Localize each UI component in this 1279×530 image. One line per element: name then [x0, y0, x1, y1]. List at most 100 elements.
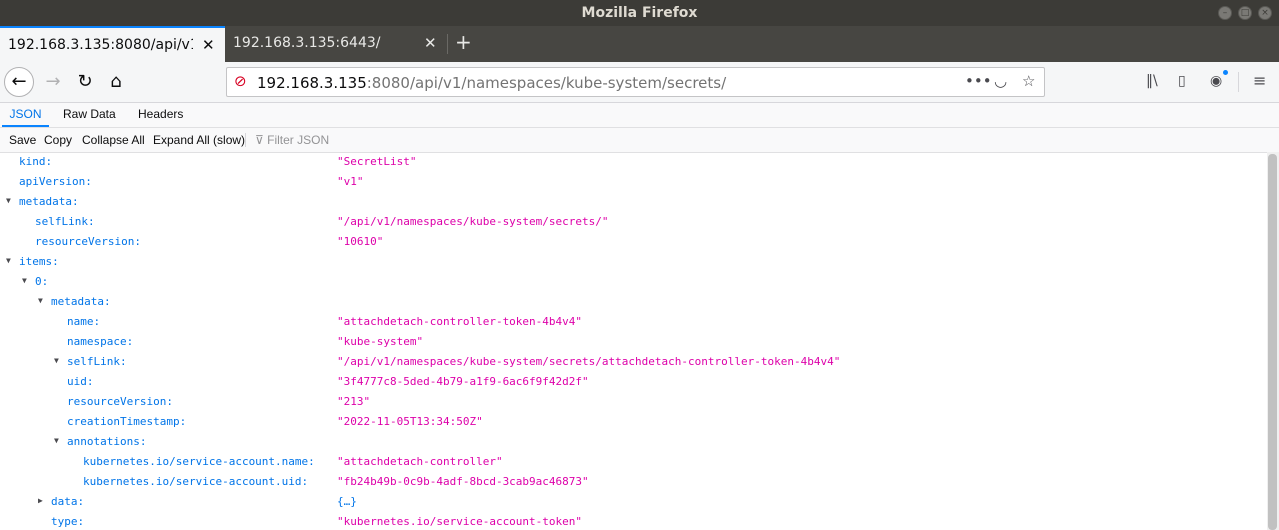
json-key: kubernetes.io/service-account.uid: — [83, 475, 309, 488]
json-value: "v1" — [337, 175, 364, 188]
json-key: apiVersion: — [19, 175, 92, 188]
json-value: "kube-system" — [337, 335, 424, 348]
json-row: kind: "SecretList" — [0, 152, 1267, 172]
json-row[interactable]: ▼ items: — [0, 252, 1267, 272]
json-row: resourceVersion: "213" — [0, 392, 1267, 412]
json-key: name: — [67, 315, 101, 328]
json-value: "kubernetes.io/service-account-token" — [337, 515, 583, 528]
expand-toggle-icon[interactable]: ▼ — [54, 436, 64, 445]
collapsed-toggle-icon[interactable]: ▶ — [38, 496, 48, 505]
pocket-icon[interactable]: ◡ — [994, 72, 1007, 90]
notification-dot — [1223, 70, 1228, 75]
json-value: {…} — [337, 495, 357, 508]
tab-6443[interactable]: 192.168.3.135:6443/ ✕ — [225, 26, 445, 62]
expand-toggle-icon[interactable]: ▼ — [22, 276, 32, 285]
json-value: "fb24b49b-0c9b-4adf-8bcd-3cab9ac46873" — [337, 475, 589, 488]
window-titlebar: Mozilla Firefox – □ × — [0, 0, 1279, 26]
json-key: 0: — [35, 275, 49, 288]
json-value: "attachdetach-controller-token-4b4v4" — [337, 315, 583, 328]
copy-button[interactable]: Copy — [44, 133, 72, 147]
close-window-icon[interactable]: × — [1258, 6, 1272, 20]
close-tab-icon[interactable]: ✕ — [424, 34, 437, 52]
json-tree: kind: "SecretList" apiVersion: "v1" ▼ me… — [0, 152, 1267, 530]
account-icon[interactable]: ◉ — [1210, 73, 1222, 89]
expand-toggle-icon[interactable]: ▼ — [38, 296, 48, 305]
json-value: "/api/v1/namespaces/kube-system/secrets/… — [337, 215, 609, 228]
json-row[interactable]: ▼ 0: — [0, 272, 1267, 292]
minimize-icon[interactable]: – — [1218, 6, 1232, 20]
json-key: kind: — [19, 155, 53, 168]
json-value: "3f4777c8-5ded-4b79-a1f9-6ac6f9f42d2f" — [337, 375, 589, 388]
back-icon[interactable]: ← — [4, 67, 34, 97]
json-row[interactable]: ▼ annotations: — [0, 432, 1267, 452]
new-tab-icon[interactable]: + — [455, 30, 472, 54]
json-viewer-tabs: JSON Raw Data Headers — [0, 103, 1279, 128]
scrollbar-thumb[interactable] — [1268, 154, 1277, 530]
json-row: kubernetes.io/service-account.name: "att… — [0, 452, 1267, 472]
json-value: "attachdetach-controller" — [337, 455, 503, 468]
expand-all-button[interactable]: Expand All (slow) — [153, 133, 245, 147]
json-toolbar: Save Copy Collapse All Expand All (slow)… — [0, 128, 1279, 153]
menu-icon[interactable]: ≡ — [1253, 71, 1266, 90]
url-bar[interactable]: ⊘ 192.168.3.135:8080/api/v1/namespaces/k… — [226, 67, 1045, 97]
collapse-all-button[interactable]: Collapse All — [82, 133, 145, 147]
json-row[interactable]: ▶ data: {…} — [0, 492, 1267, 512]
library-icon[interactable]: ‖\ — [1146, 73, 1158, 89]
json-row: selfLink: "/api/v1/namespaces/kube-syste… — [0, 212, 1267, 232]
reload-icon[interactable]: ↻ — [70, 67, 100, 97]
close-tab-icon[interactable]: ✕ — [202, 36, 215, 54]
json-value: "10610" — [337, 235, 384, 248]
json-row: creationTimestamp: "2022-11-05T13:34:50Z… — [0, 412, 1267, 432]
json-key: annotations: — [67, 435, 147, 448]
url-text[interactable]: 192.168.3.135:8080/api/v1/namespaces/kub… — [257, 74, 726, 92]
json-key: selfLink: — [35, 215, 95, 228]
tab-bar: 192.168.3.135:8080/api/v1/ ✕ 192.168.3.1… — [0, 26, 1279, 62]
json-key: metadata: — [51, 295, 111, 308]
json-key: selfLink: — [67, 355, 127, 368]
tab-label: 192.168.3.135:6443/ — [233, 35, 381, 51]
tab-raw-data[interactable]: Raw Data — [63, 103, 116, 127]
json-row: name: "attachdetach-controller-token-4b4… — [0, 312, 1267, 332]
expand-toggle-icon[interactable]: ▼ — [6, 256, 16, 265]
json-key: namespace: — [67, 335, 134, 348]
maximize-icon[interactable]: □ — [1238, 6, 1252, 20]
bookmark-star-icon[interactable]: ☆ — [1022, 72, 1035, 90]
json-key: resourceVersion: — [67, 395, 173, 408]
json-key: data: — [51, 495, 85, 508]
expand-toggle-icon[interactable]: ▼ — [6, 196, 16, 205]
home-icon[interactable]: ⌂ — [101, 67, 131, 97]
json-value: "2022-11-05T13:34:50Z" — [337, 415, 483, 428]
tab-api[interactable]: 192.168.3.135:8080/api/v1/ ✕ — [0, 26, 225, 62]
json-row: resourceVersion: "10610" — [0, 232, 1267, 252]
json-row: uid: "3f4777c8-5ded-4b79-a1f9-6ac6f9f42d… — [0, 372, 1267, 392]
json-row: namespace: "kube-system" — [0, 332, 1267, 352]
tab-json[interactable]: JSON — [2, 103, 49, 127]
nav-bar: ← → ↻ ⌂ ⊘ 192.168.3.135:8080/api/v1/name… — [0, 62, 1279, 103]
json-value: "SecretList" — [337, 155, 417, 168]
window-title: Mozilla Firefox — [581, 5, 698, 21]
forward-icon[interactable]: → — [38, 67, 68, 97]
json-key: uid: — [67, 375, 94, 388]
page-actions-icon[interactable]: ••• — [965, 72, 992, 90]
json-key: resourceVersion: — [35, 235, 141, 248]
json-key: kubernetes.io/service-account.name: — [83, 455, 315, 468]
json-key: items: — [19, 255, 59, 268]
toolbar-separator — [245, 133, 246, 147]
filter-json-input[interactable]: ⊽ Filter JSON — [255, 133, 329, 147]
json-row: apiVersion: "v1" — [0, 172, 1267, 192]
json-row: type: "kubernetes.io/service-account-tok… — [0, 512, 1267, 530]
sidebar-icon[interactable]: ▯ — [1178, 73, 1186, 89]
json-row[interactable]: ▼ metadata: — [0, 192, 1267, 212]
toolbar-separator — [1238, 72, 1239, 92]
tab-label: 192.168.3.135:8080/api/v1/ — [8, 37, 193, 53]
expand-toggle-icon[interactable]: ▼ — [54, 356, 64, 365]
json-row[interactable]: ▼ selfLink: "/api/v1/namespaces/kube-sys… — [0, 352, 1267, 372]
json-row[interactable]: ▼ metadata: — [0, 292, 1267, 312]
tab-headers[interactable]: Headers — [138, 103, 183, 127]
insecure-lock-icon[interactable]: ⊘ — [234, 72, 247, 90]
json-key: creationTimestamp: — [67, 415, 187, 428]
save-button[interactable]: Save — [9, 133, 36, 147]
json-value: "213" — [337, 395, 371, 408]
json-key: metadata: — [19, 195, 79, 208]
tab-divider — [447, 34, 448, 54]
